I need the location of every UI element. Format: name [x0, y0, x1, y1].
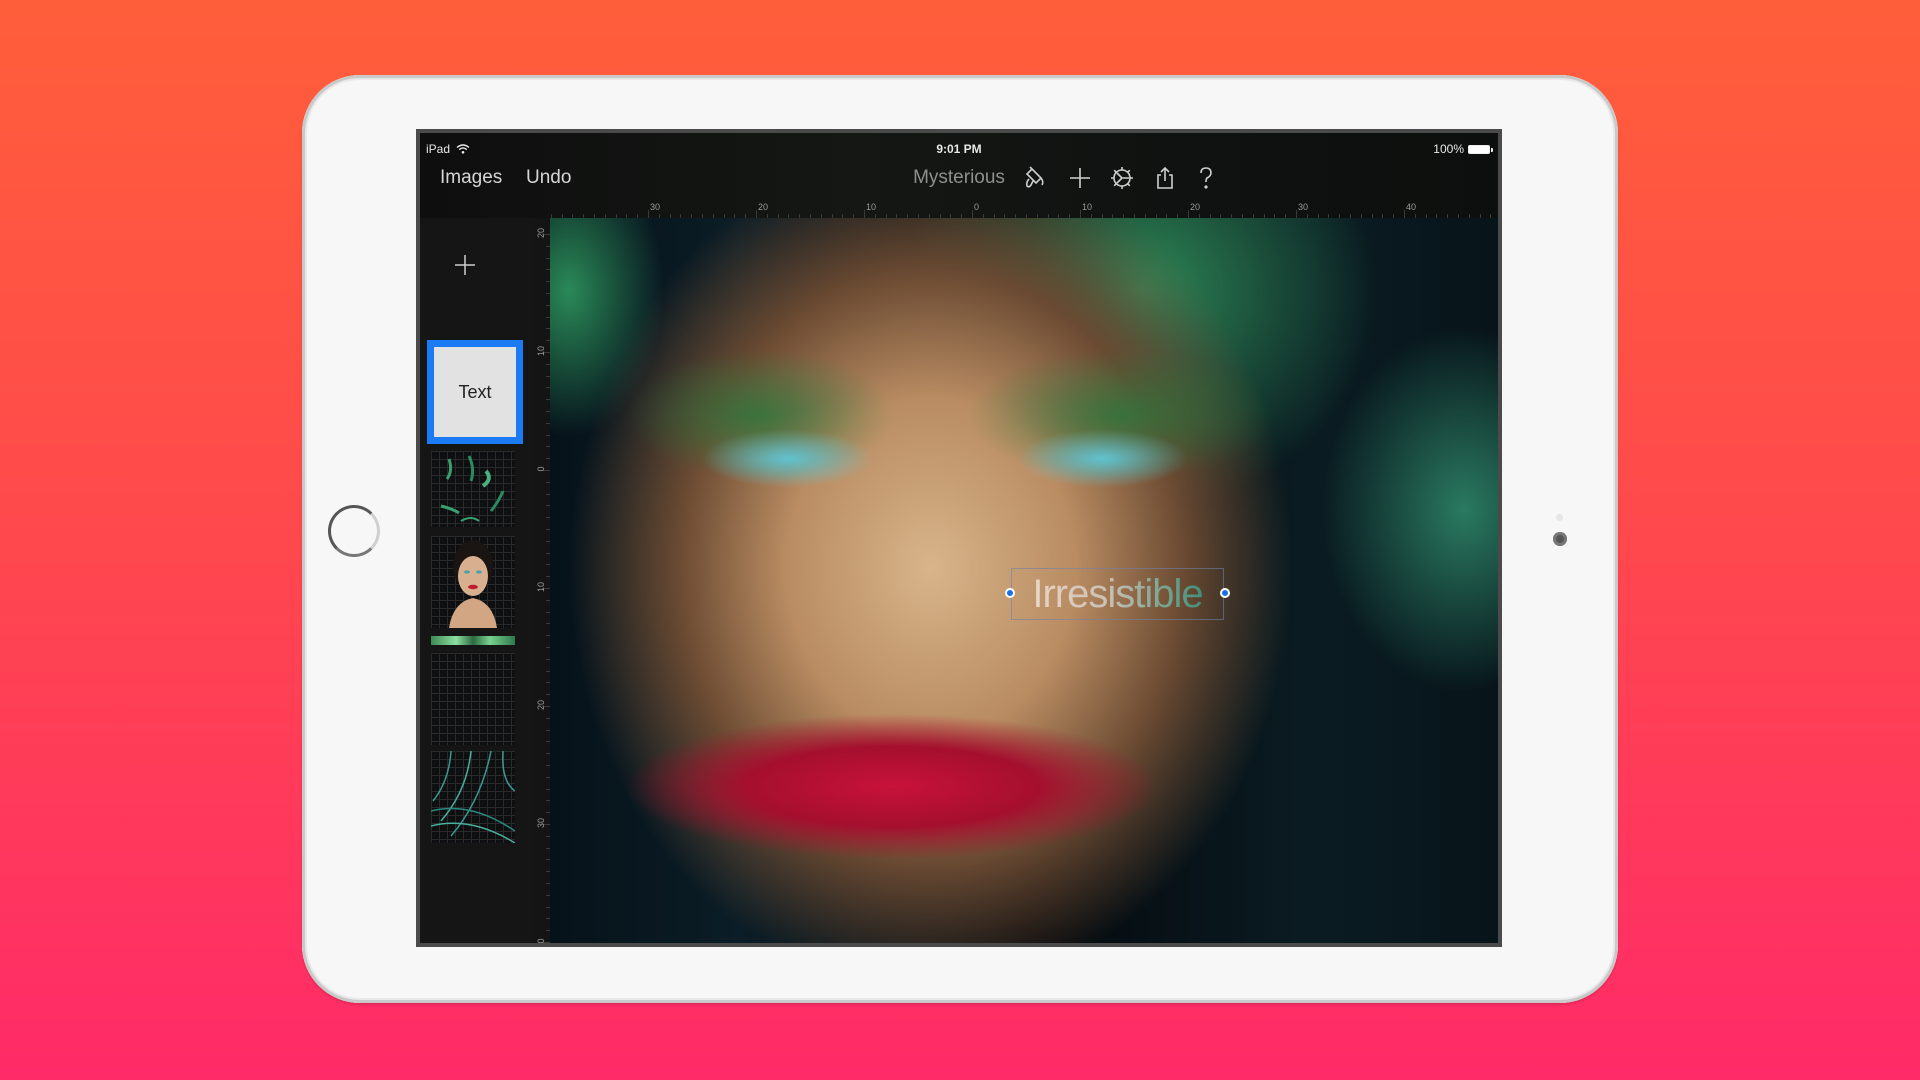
ruler-label: 20	[536, 700, 546, 711]
ruler-label: 0	[536, 466, 546, 472]
ruler-tick	[864, 210, 865, 218]
gear-icon	[1111, 167, 1133, 189]
paint-bucket-icon	[1025, 166, 1044, 188]
vertical-ruler: 20 10 0 10 20 30 0	[534, 218, 551, 944]
ruler-tick	[756, 210, 757, 218]
paint-bucket-button[interactable]	[1020, 163, 1050, 193]
help-icon	[1200, 167, 1212, 189]
share-button[interactable]	[1150, 163, 1180, 193]
ruler-tick	[1188, 210, 1189, 218]
light-sensor	[1556, 514, 1563, 521]
ruler-label: 10	[536, 346, 546, 357]
home-button[interactable]	[328, 505, 380, 557]
ruler-tick	[648, 210, 649, 218]
ruler-label: 10	[1082, 202, 1093, 212]
add-button[interactable]	[1065, 163, 1095, 193]
add-layer-button[interactable]	[450, 250, 480, 280]
ruler-label: 30	[536, 818, 546, 829]
hair-thumbnail	[431, 751, 515, 843]
ruler-tick	[1296, 210, 1297, 218]
ruler-tick	[1080, 210, 1081, 218]
toolbar: Images Undo Mysterious	[420, 161, 1498, 201]
document-title: Mysterious	[913, 167, 1005, 188]
app-screen: iPad 9:01 PM 100% Images Undo Mysterious	[416, 129, 1502, 947]
status-time: 9:01 PM	[936, 142, 982, 156]
battery-percent: 100%	[1433, 142, 1464, 156]
plus-icon	[1070, 168, 1090, 188]
ruler-tick	[1501, 214, 1502, 218]
layer-thumb-empty[interactable]	[431, 653, 515, 745]
help-button[interactable]	[1191, 163, 1221, 193]
ruler-label: 0	[536, 938, 546, 944]
layer-thumb-portrait[interactable]	[431, 536, 515, 628]
ruler-label: 30	[1298, 202, 1309, 212]
layer-thumb-feathers[interactable]	[431, 451, 515, 527]
ruler-label: 10	[866, 202, 877, 212]
horizontal-ruler: 30 20 10 0 10 20 30 40	[550, 201, 1502, 219]
ruler-label: 20	[536, 228, 546, 239]
resize-handle-left[interactable]	[1005, 588, 1015, 598]
ruler-label: 20	[758, 202, 769, 212]
ruler-label: 40	[1406, 202, 1417, 212]
layer-thumb-text[interactable]: Text	[427, 340, 523, 444]
camera-icon	[1553, 532, 1567, 546]
ruler-tick	[1404, 210, 1405, 218]
resize-handle-right[interactable]	[1220, 588, 1230, 598]
ruler-label: 30	[650, 202, 661, 212]
layers-panel: Text	[420, 218, 534, 943]
ruler-label: 10	[536, 582, 546, 593]
layer-thumb-hair[interactable]	[431, 751, 515, 843]
plus-icon	[455, 255, 475, 275]
feathers-thumbnail	[440, 455, 505, 522]
status-bar: iPad 9:01 PM 100%	[420, 133, 1498, 161]
share-icon	[1157, 166, 1173, 189]
portrait-thumbnail	[449, 540, 497, 628]
text-layer-box[interactable]: Irresistible	[1005, 568, 1230, 620]
settings-button[interactable]	[1107, 163, 1137, 193]
layer-thumb-strip[interactable]	[431, 636, 515, 645]
ruler-label: 0	[974, 202, 980, 212]
text-layer-content: Irresistible	[1032, 571, 1203, 616]
artboard-canvas[interactable]: Irresistible	[550, 218, 1498, 943]
ruler-label: 20	[1190, 202, 1201, 212]
battery-icon	[1468, 144, 1493, 154]
ruler-tick	[972, 210, 973, 218]
top-bar: iPad 9:01 PM 100% Images Undo Mysterious	[420, 133, 1498, 219]
layer-label: Text	[458, 381, 492, 402]
